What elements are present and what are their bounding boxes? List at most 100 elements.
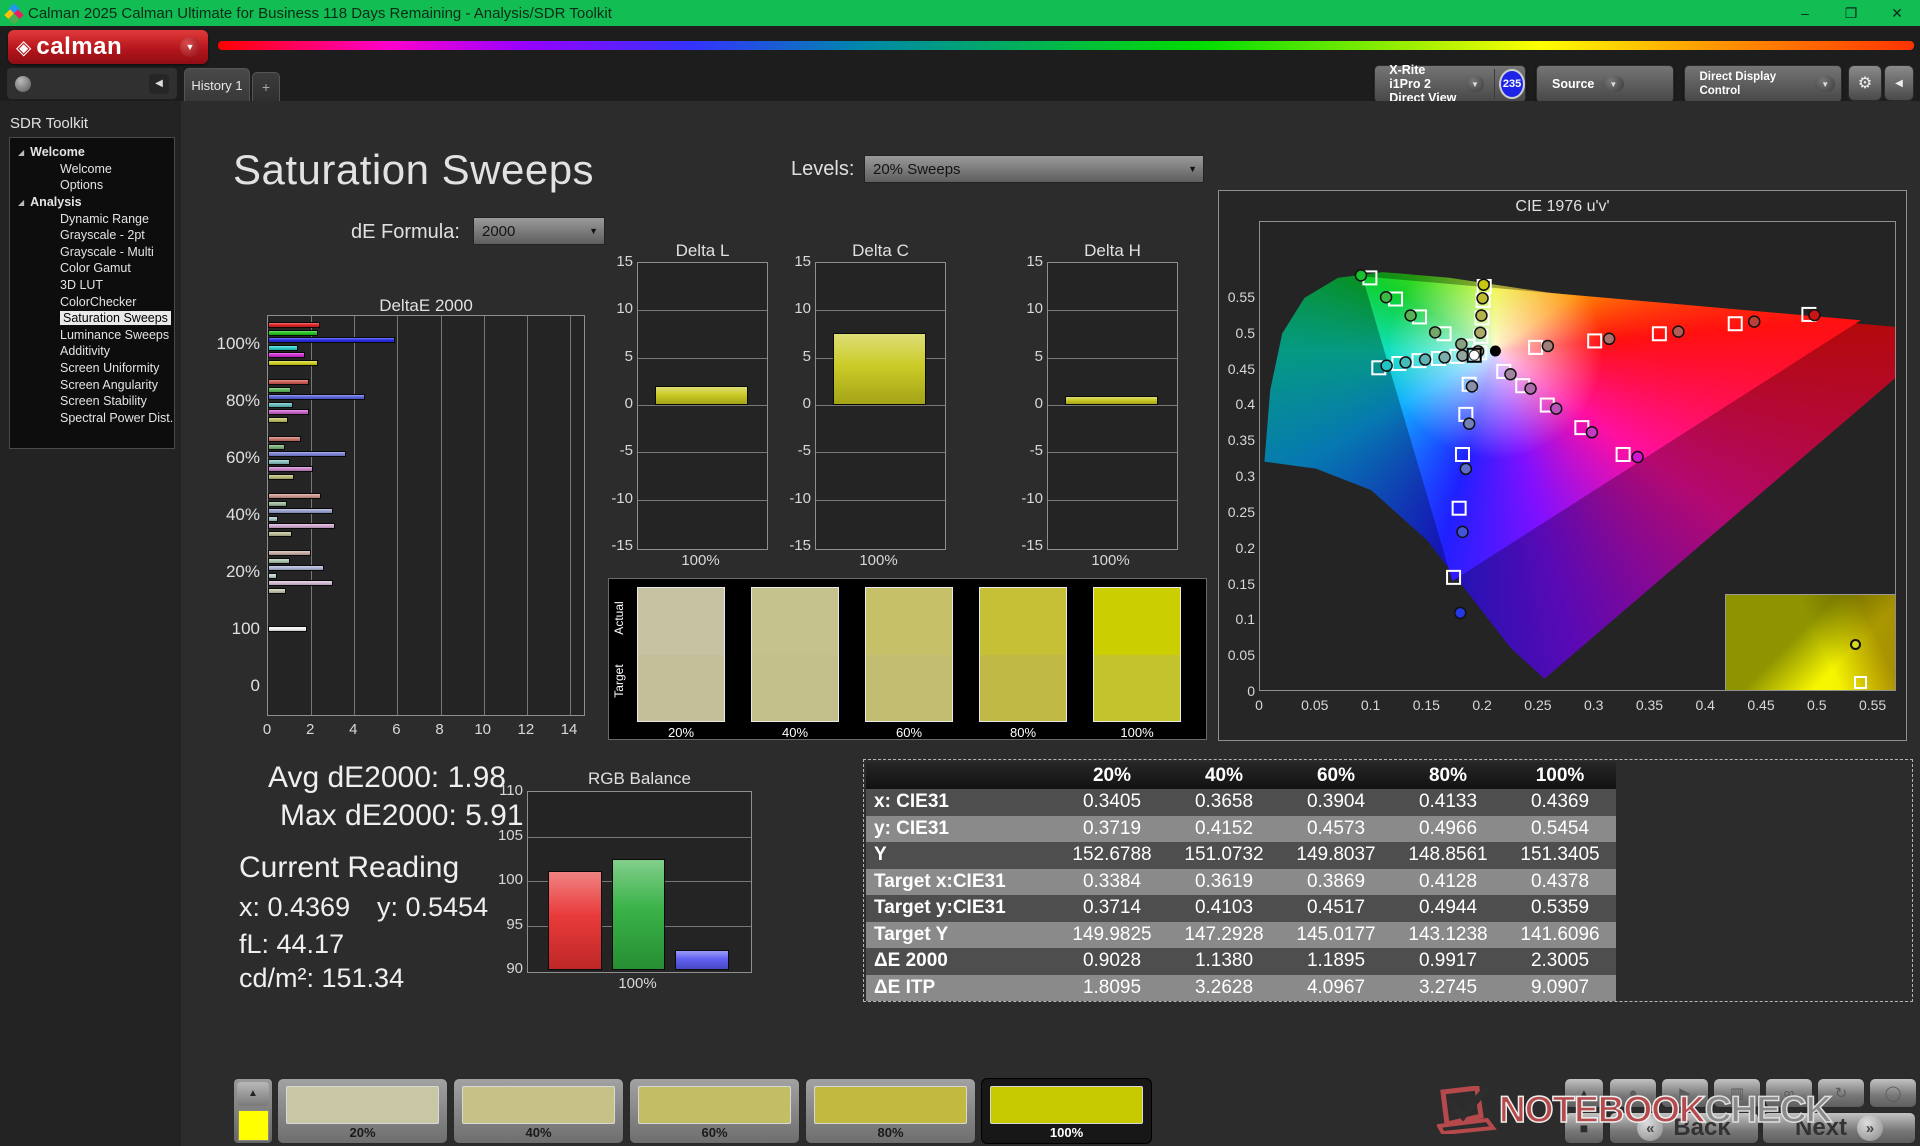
sidebar-item-analysis[interactable]: ◢Analysis — [10, 194, 174, 211]
sidebar-item-screen-angularity[interactable]: Screen Angularity — [10, 376, 174, 393]
sidebar-item-welcome[interactable]: ◢Welcome — [10, 144, 174, 161]
add-tab-button[interactable]: + — [252, 72, 280, 101]
grid-line — [528, 837, 751, 838]
swatch-percent-label: 100% — [1093, 725, 1181, 740]
inset-target-marker — [1854, 676, 1867, 689]
table-row: Y152.6788151.0732149.8037148.8561151.340… — [866, 842, 1616, 869]
source-dropdown-icon[interactable]: ▼ — [1602, 76, 1624, 92]
panel-collapse-icon[interactable]: ◀ — [1884, 65, 1914, 101]
display-control-status-bar — [1689, 69, 1693, 99]
de-formula-dropdown[interactable]: 2000 ▼ — [473, 217, 605, 245]
table-cell: 0.9917 — [1392, 948, 1504, 975]
y-tick-label: 5 — [1003, 348, 1043, 365]
target-swatch — [1094, 655, 1180, 722]
y-tick-label: 0 — [771, 395, 811, 412]
patch-color-block — [638, 1086, 791, 1124]
deltae-bar — [268, 588, 286, 594]
meter-dropdown-icon[interactable]: ▼ — [1466, 76, 1485, 92]
sidebar-item-options[interactable]: Options — [10, 177, 174, 194]
toolbar-mini-button-4[interactable]: ↻ — [1817, 1078, 1865, 1108]
next-button[interactable]: Next » — [1762, 1112, 1916, 1144]
calman-dropdown-icon[interactable]: ▼ — [180, 37, 200, 57]
sidebar-item-spectral-power-dist-[interactable]: Spectral Power Dist. — [10, 410, 174, 427]
patch-selector-up-icon[interactable]: ▲ — [237, 1082, 269, 1106]
table-cell: 1.1895 — [1280, 948, 1392, 975]
restore-icon[interactable]: ❐ — [1828, 0, 1874, 26]
meter-selector[interactable]: X-Rite i1Pro 2 Direct View ▼ 235 — [1374, 65, 1526, 103]
toolbar-mini-button-3[interactable]: ∞ — [1765, 1078, 1813, 1108]
deltae-bar — [268, 531, 292, 537]
patch-color-block — [462, 1086, 615, 1124]
table-cell: 0.5454 — [1504, 816, 1616, 843]
calman-menu-button[interactable]: ◈ calman ▼ — [8, 30, 208, 64]
minimize-icon[interactable]: – — [1782, 0, 1828, 26]
sidebar-item-additivity[interactable]: Additivity — [10, 343, 174, 360]
table-cell: 151.0732 — [1168, 842, 1280, 869]
measured-marker — [1405, 310, 1416, 321]
tab-history[interactable]: History 1 — [184, 68, 250, 101]
grid-line — [638, 405, 767, 406]
grid-line — [1048, 405, 1177, 406]
measured-marker — [1355, 270, 1366, 281]
deltae-bar — [268, 626, 307, 632]
sidebar-item-grayscale-2pt[interactable]: Grayscale - 2pt — [10, 227, 174, 244]
back-button[interactable]: « Back — [1609, 1112, 1759, 1144]
grid-line — [311, 316, 312, 715]
table-cell: 148.8561 — [1392, 842, 1504, 869]
table-cell: 0.3904 — [1280, 789, 1392, 816]
display-control-selector[interactable]: Direct Display Control ▼ — [1684, 65, 1842, 103]
tree-collapse-icon[interactable]: ◢ — [18, 148, 24, 157]
group-label: 100 — [200, 619, 260, 639]
target-swatch — [866, 655, 952, 722]
meter-status-bar — [1379, 69, 1383, 99]
bar-shine — [269, 361, 317, 365]
compare-swatch-40% — [751, 587, 839, 722]
settings-gear-icon[interactable]: ⚙ — [1848, 65, 1882, 101]
close-icon[interactable]: ✕ — [1874, 0, 1920, 26]
source-selector[interactable]: Source ▼ — [1536, 65, 1674, 103]
meter-badge[interactable]: 235 — [1499, 69, 1525, 99]
sidebar-item-screen-uniformity[interactable]: Screen Uniformity — [10, 360, 174, 377]
sidebar-item-saturation-sweeps[interactable]: Saturation Sweeps — [10, 310, 174, 327]
current-cdm2-value: cd/m²: 151.34 — [239, 963, 404, 994]
cie-chart-title: CIE 1976 u'v' — [1219, 198, 1906, 216]
toolbar-mini-button-1[interactable]: ▶ — [1661, 1078, 1709, 1108]
table-cell: 151.3405 — [1504, 842, 1616, 869]
patch-button-80%[interactable]: 80% — [805, 1078, 976, 1144]
patch-button-20%[interactable]: 20% — [277, 1078, 448, 1144]
bar-shine — [269, 502, 286, 506]
rainbow-gradient-bar — [218, 41, 1914, 50]
toolbar-mini-button-0[interactable]: ● — [1609, 1078, 1657, 1108]
scroll-up-button[interactable]: ▲ — [1564, 1078, 1604, 1108]
current-fl-value: fL: 44.17 — [239, 929, 344, 960]
levels-dropdown[interactable]: 20% Sweeps ▼ — [864, 155, 1204, 183]
toolbar-mini-button-5[interactable]: ◯ — [1869, 1078, 1917, 1108]
cie-y-tick: 0.2 — [1221, 540, 1255, 556]
source-label: Source — [1552, 77, 1594, 91]
patch-label: 20% — [278, 1125, 447, 1140]
sidebar-item-luminance-sweeps[interactable]: Luminance Sweeps — [10, 327, 174, 344]
sidebar-item-grayscale-multi[interactable]: Grayscale - Multi — [10, 244, 174, 261]
patch-color-selector[interactable]: ▲ — [233, 1078, 273, 1144]
sidebar-item-colorchecker[interactable]: ColorChecker — [10, 293, 174, 310]
sidebar-item-welcome[interactable]: Welcome — [10, 161, 174, 178]
sidebar-item-color-gamut[interactable]: Color Gamut — [10, 260, 174, 277]
patch-button-100%[interactable]: 100% — [981, 1078, 1152, 1144]
patch-button-40%[interactable]: 40% — [453, 1078, 624, 1144]
status-orb-icon[interactable] — [15, 76, 31, 92]
group-label: 60% — [200, 448, 260, 468]
display-control-dropdown-icon[interactable]: ▼ — [1815, 76, 1835, 92]
stop-button[interactable]: ■ — [1564, 1112, 1604, 1144]
table-cell: 0.3719 — [1056, 816, 1168, 843]
measured-marker — [1604, 333, 1615, 344]
sidebar-collapse-icon[interactable]: ◀ — [149, 74, 169, 94]
sidebar-item-3d-lut[interactable]: 3D LUT — [10, 277, 174, 294]
toolbar-mini-button-2[interactable]: ▥ — [1713, 1078, 1761, 1108]
group-label: 0 — [200, 676, 260, 696]
deltae-bar — [268, 394, 365, 400]
sidebar-item-screen-stability[interactable]: Screen Stability — [10, 393, 174, 410]
sidebar-item-dynamic-range[interactable]: Dynamic Range — [10, 210, 174, 227]
deltae-bar — [268, 474, 294, 480]
tree-collapse-icon[interactable]: ◢ — [18, 198, 24, 207]
patch-button-60%[interactable]: 60% — [629, 1078, 800, 1144]
